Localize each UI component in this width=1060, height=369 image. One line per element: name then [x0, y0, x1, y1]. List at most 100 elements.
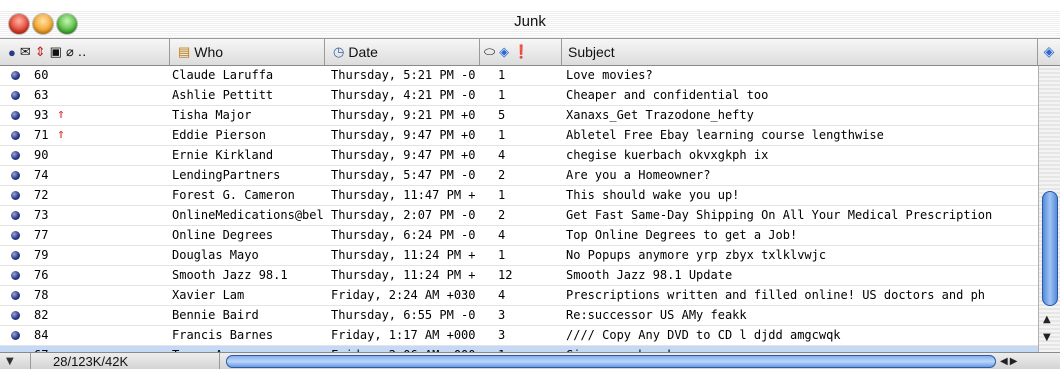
title-bar[interactable]: Junk: [0, 10, 1060, 39]
message-date: Thursday, 5:21 PM -0: [331, 68, 476, 82]
message-row[interactable]: 72 Forest G. Cameron Thursday, 11:47 PM + 1…: [0, 186, 1038, 206]
sender-name: Smooth Jazz 98.1: [172, 268, 288, 282]
sender-name: OnlineMedications@bel: [172, 208, 324, 222]
message-date: Thursday, 9:47 PM +0: [331, 148, 476, 162]
message-size-count: 3: [498, 308, 506, 322]
scroll-down-arrow-icon[interactable]: ▼: [1043, 332, 1051, 343]
message-size-count: 4: [498, 148, 506, 162]
message-row[interactable]: 63 Ashlie Pettitt Thursday, 4:21 PM -0 1 Che…: [0, 86, 1038, 106]
unread-status-dot-icon[interactable]: [11, 331, 20, 340]
message-list: 60 Claude Laruffa Thursday, 5:21 PM -0 1 Lov…: [0, 66, 1038, 352]
column-more-icon[interactable]: ‥: [78, 44, 87, 60]
message-size-count: 1: [498, 128, 506, 142]
message-size-count: 12: [498, 268, 513, 282]
status-bar: ▼ 28/123K/42K ◀▶: [0, 352, 1060, 369]
message-row[interactable]: 76 Smooth Jazz 98.1 Thursday, 11:24 PM + 12…: [0, 266, 1038, 286]
sort-icon[interactable]: ⇕: [35, 44, 46, 60]
message-row[interactable]: 82 Bennie Baird Thursday, 6:55 PM -0 3 Re:su…: [0, 306, 1038, 326]
junk-score: 63: [34, 88, 49, 102]
message-date: Thursday, 5:47 PM -0: [331, 168, 476, 182]
junk-score: 79: [34, 248, 49, 262]
junk-score: 77: [34, 228, 49, 242]
message-row[interactable]: 77 Online Degrees Thursday, 6:24 PM -0 4 Top…: [0, 226, 1038, 246]
column-header-who-label: Who: [194, 44, 224, 60]
junk-icon[interactable]: ✉: [20, 44, 31, 60]
message-date: Thursday, 6:24 PM -0: [331, 228, 476, 242]
unread-status-dot-icon[interactable]: [11, 271, 20, 280]
message-date: Thursday, 11:24 PM +: [331, 268, 476, 282]
sender-name: Ernie Kirkland: [172, 148, 274, 162]
sender-name: Eddie Pierson: [172, 128, 266, 142]
message-size-count: 3: [498, 328, 506, 342]
message-row[interactable]: 93 Tisha Major Thursday, 9:21 PM +0 5 Xanaxs…: [0, 106, 1038, 126]
unread-status-dot-icon[interactable]: [11, 171, 20, 180]
message-row[interactable]: 73 OnlineMedications@bel Thursday, 2:07 PM…: [0, 206, 1038, 226]
column-chooser-icon[interactable]: ◈: [1038, 39, 1060, 66]
column-header-date-label: Date: [348, 44, 378, 60]
column-header-date[interactable]: ◷ Date: [325, 39, 480, 65]
unread-status-dot-icon[interactable]: [11, 251, 20, 260]
message-size-count: 1: [498, 88, 506, 102]
sender-name: LendingPartners: [172, 168, 281, 182]
message-subject: Get Fast Same-Day Shipping On All Your M…: [566, 208, 993, 222]
priority-icon[interactable]: ❗: [513, 44, 529, 60]
message-size-count: 1: [498, 188, 506, 202]
mail-window: Junk ● ✉ ⇕ ▣ ⌀ ‥ ▤ Who ◷ Date ⬭ ◈ ❗ Subj…: [0, 0, 1060, 369]
message-subject: Are you a Homeowner?: [566, 168, 711, 182]
message-size-count: 1: [498, 68, 506, 82]
message-date: Thursday, 2:07 PM -0: [331, 208, 476, 222]
message-size-count: 5: [498, 108, 506, 122]
unread-status-dot-icon[interactable]: [11, 311, 20, 320]
message-subject: Cheaper and confidential too: [566, 88, 769, 102]
message-row[interactable]: 71 Eddie Pierson Thursday, 9:47 PM +0 1 Able…: [0, 126, 1038, 146]
message-size-count: 4: [498, 288, 506, 302]
sender-name: Ashlie Pettitt: [172, 88, 274, 102]
vertical-scroll-thumb[interactable]: [1042, 191, 1058, 306]
message-subject: This should wake you up!: [566, 188, 740, 202]
unread-status-dot-icon[interactable]: [11, 131, 20, 140]
message-date: Thursday, 9:21 PM +0: [331, 108, 476, 122]
unread-status-dot-icon[interactable]: [11, 91, 20, 100]
message-row[interactable]: 84 Francis Barnes Friday, 1:17 AM +000 3 ///…: [0, 326, 1038, 346]
mailbox-size-readout: 28/123K/42K: [30, 353, 220, 369]
message-size-count: 2: [498, 208, 506, 222]
message-row[interactable]: 74 LendingPartners Thursday, 5:47 PM -0 2 Ar…: [0, 166, 1038, 186]
unread-status-dot-icon[interactable]: [11, 151, 20, 160]
scroll-up-arrow-icon[interactable]: ▲: [1043, 314, 1051, 325]
horizontal-scroll-arrows-icon[interactable]: ◀▶: [1000, 353, 1019, 369]
message-date: Thursday, 6:55 PM -0: [331, 308, 476, 322]
message-size-count: 1: [498, 248, 506, 262]
attachment-icon[interactable]: ▣: [50, 44, 62, 60]
date-icon: ◷: [333, 44, 345, 59]
who-icon: ▤: [178, 44, 191, 59]
vertical-scrollbar[interactable]: ▲ ▼: [1038, 66, 1060, 352]
message-row[interactable]: 60 Claude Laruffa Thursday, 5:21 PM -0 1 Lov…: [0, 66, 1038, 86]
message-row[interactable]: 90 Ernie Kirkland Thursday, 9:47 PM +0 4 che…: [0, 146, 1038, 166]
status-dot-icon[interactable]: ●: [8, 45, 16, 60]
unread-status-dot-icon[interactable]: [11, 211, 20, 220]
unread-status-dot-icon[interactable]: [11, 231, 20, 240]
unread-status-dot-icon[interactable]: [11, 291, 20, 300]
junk-score: 76: [34, 268, 49, 282]
message-subject: Abletel Free Ebay learning course length…: [566, 128, 884, 142]
server-icon[interactable]: ◈: [499, 44, 509, 60]
unread-status-dot-icon[interactable]: [11, 111, 20, 120]
menu-triangle-icon[interactable]: ▼: [6, 353, 14, 369]
column-header-who[interactable]: ▤ Who: [170, 39, 325, 65]
icon-columns-header[interactable]: ● ✉ ⇕ ▣ ⌀ ‥: [0, 39, 170, 65]
message-row[interactable]: 78 Xavier Lam Friday, 2:24 AM +030 4 Prescri…: [0, 286, 1038, 306]
junk-score: 71: [34, 128, 49, 142]
message-date: Friday, 2:24 AM +030: [331, 288, 476, 302]
column-header-subject[interactable]: Subject: [562, 39, 1038, 65]
label-icon[interactable]: ⌀: [66, 44, 74, 60]
window-title: Junk: [514, 13, 546, 30]
message-row[interactable]: 79 Douglas Mayo Thursday, 11:24 PM + 1 No Po…: [0, 246, 1038, 266]
sender-name: Francis Barnes: [172, 328, 274, 342]
horizontal-scroll-thumb[interactable]: [226, 355, 996, 368]
size-icon[interactable]: ⬭: [484, 44, 495, 60]
message-size-count: 2: [498, 168, 506, 182]
unread-status-dot-icon[interactable]: [11, 71, 20, 80]
unread-status-dot-icon[interactable]: [11, 191, 20, 200]
column-header-size-icons[interactable]: ⬭ ◈ ❗: [480, 39, 562, 65]
message-subject: Smooth Jazz 98.1 Update: [566, 268, 733, 282]
